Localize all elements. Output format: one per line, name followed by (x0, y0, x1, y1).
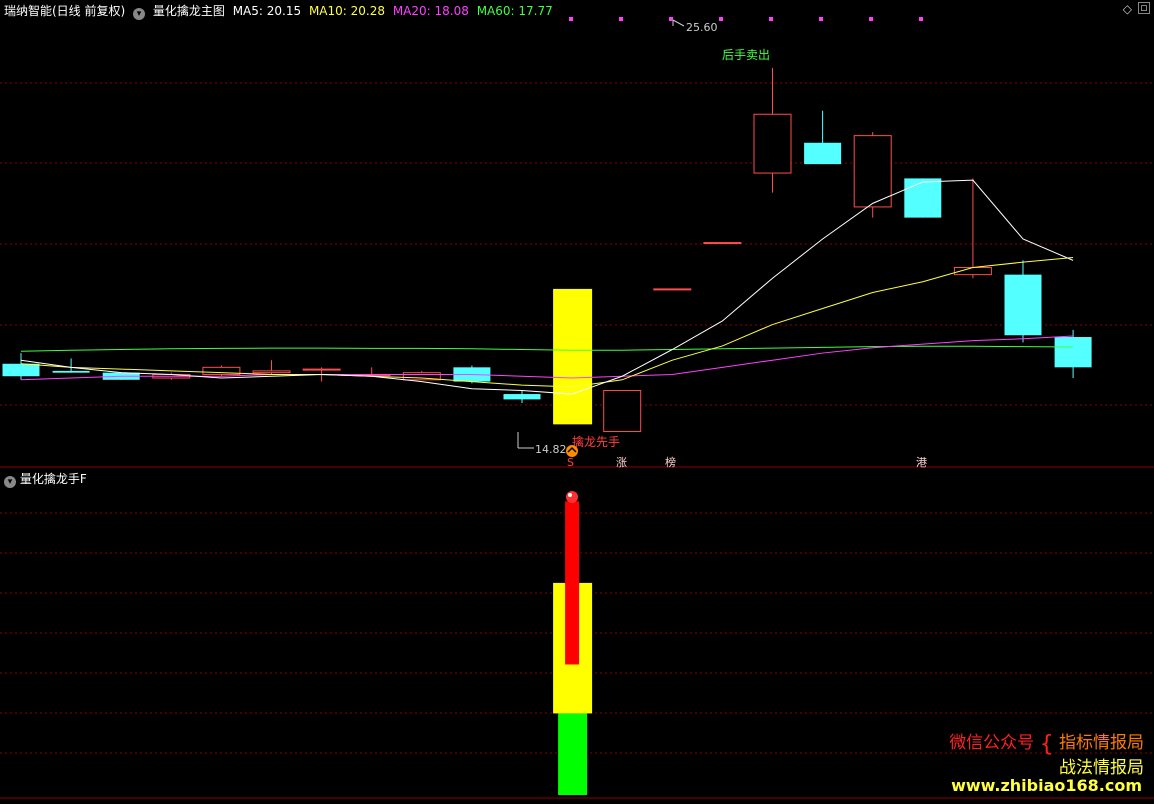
sell-signal-label: 后手卖出 (722, 48, 770, 62)
top-dots (569, 17, 923, 21)
top-dot (919, 17, 923, 21)
ma10-value: MA10: 20.28 (308, 4, 385, 18)
candle-body (1004, 274, 1042, 336)
top-dot (869, 17, 873, 21)
candle-body (603, 389, 642, 432)
window-toggle-icon[interactable]: ▫ (1138, 2, 1150, 14)
candle-body (302, 368, 341, 371)
watermark-brand1: 指标情报局 (1059, 733, 1144, 753)
candle-body (1054, 337, 1092, 368)
candle-body (252, 370, 291, 374)
top-dot (619, 17, 623, 21)
sub-chart (553, 501, 593, 795)
candle-body (52, 370, 90, 373)
candle-body (904, 178, 942, 218)
ma10-line (20, 257, 1074, 388)
ma5-value: MA5: 20.15 (232, 4, 302, 18)
diamond-icon[interactable]: ◇ (1123, 2, 1132, 16)
top-dot (569, 17, 573, 21)
watermark-site: www.zhibiao168.com (951, 776, 1142, 795)
ma60-value: MA60: 17.77 (476, 4, 553, 18)
ma20-value: MA20: 18.08 (392, 4, 469, 18)
candle-body (653, 288, 692, 291)
candle-body (2, 363, 40, 377)
candle-body (503, 394, 541, 400)
indicator-menu-icon[interactable]: ▾ (133, 8, 146, 20)
signal-ball-icon (566, 491, 578, 503)
zhang-mark: 涨 (616, 456, 627, 469)
candle-body (853, 135, 892, 208)
main-header: 瑞纳智能(日线 前复权) ▾ 量化擒龙主图 MA5: 20.15 MA10: 2… (4, 2, 557, 20)
sub-header: ▾ 量化擒龙手F (4, 470, 87, 488)
stock-title: 瑞纳智能(日线 前复权) (4, 4, 126, 18)
high-label: 25.60 (686, 21, 718, 34)
green-bar (558, 713, 588, 795)
s-mark: S (567, 456, 574, 469)
signal-candle (553, 288, 593, 425)
bang-mark: 榜 (665, 455, 676, 469)
sub-menu-icon[interactable]: ▾ (4, 476, 16, 488)
gang-mark: 港 (916, 456, 927, 469)
watermark-wechat: 微信公众号 (949, 733, 1035, 753)
top-dot (819, 17, 823, 21)
candle-body (804, 142, 842, 165)
low-label: 14.82 (535, 443, 567, 456)
buy-signal-label: 擒龙先手 (572, 434, 620, 449)
top-dot (769, 17, 773, 21)
ma60-line (20, 345, 1074, 352)
ma20-line (20, 335, 1074, 381)
main-chart: 25.60 14.82 后手卖出 擒龙先手 S 涨 榜 港 (0, 17, 1154, 799)
indicator-name[interactable]: 量化擒龙主图 (153, 4, 225, 18)
top-dot (669, 17, 673, 21)
sub-indicator-name[interactable]: 量化擒龙手F (20, 472, 87, 486)
red-bar (565, 501, 580, 665)
candle-body (753, 113, 792, 174)
top-dot (719, 17, 723, 21)
candle-body (703, 242, 742, 245)
watermark-brand2: 战法情报局 (1059, 758, 1144, 778)
